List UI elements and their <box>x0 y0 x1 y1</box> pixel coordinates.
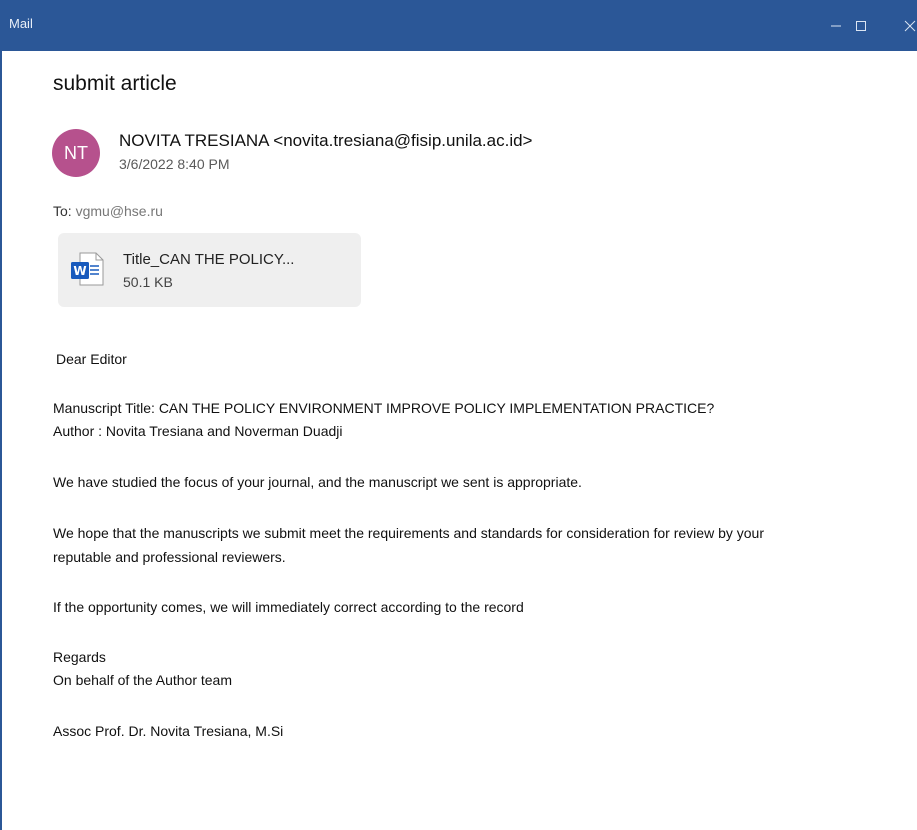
mail-window: Mail submit article NT NOVITA TRESIANA <… <box>0 0 917 830</box>
app-title: Mail <box>9 16 33 31</box>
body-manuscript-title: Manuscript Title: CAN THE POLICY ENVIRON… <box>53 400 715 416</box>
message-date: 3/6/2022 8:40 PM <box>119 156 230 172</box>
message-subject: submit article <box>53 72 177 95</box>
body-behalf: On behalf of the Author team <box>53 672 233 688</box>
body-paragraph-3: If the opportunity comes, we will immedi… <box>53 599 524 615</box>
avatar: NT <box>52 129 100 177</box>
minimize-icon <box>831 25 841 27</box>
body-greeting: Dear Editor <box>56 351 127 367</box>
maximize-icon <box>856 21 866 31</box>
body-paragraph-2-line-1: We hope that the manuscripts we submit m… <box>53 525 764 541</box>
svg-text:W: W <box>73 264 86 278</box>
window-border <box>0 51 2 830</box>
avatar-initials: NT <box>64 142 88 163</box>
body-paragraph-2-line-2: reputable and professional reviewers. <box>53 549 286 565</box>
attachment-name: Title_CAN THE POLICY... <box>123 251 295 268</box>
title-bar[interactable]: Mail <box>0 0 917 51</box>
recipients-row: To: vgmu@hse.ru <box>53 203 163 219</box>
body-signature: Assoc Prof. Dr. Novita Tresiana, M.Si <box>53 723 284 739</box>
body-regards: Regards <box>53 649 106 665</box>
attachment-size: 50.1 KB <box>123 274 173 290</box>
body-author: Author : Novita Tresiana and Noverman Du… <box>53 423 343 439</box>
word-document-icon: W <box>71 252 104 286</box>
sender-name[interactable]: NOVITA TRESIANA <novita.tresiana@fisip.u… <box>119 131 533 151</box>
close-icon <box>904 20 916 32</box>
body-paragraph-1: We have studied the focus of your journa… <box>53 474 582 490</box>
maximize-button[interactable] <box>843 8 879 44</box>
to-label: To: <box>53 203 72 219</box>
attachment-card[interactable]: W Title_CAN THE POLICY... 50.1 KB <box>58 233 361 307</box>
recipient-address[interactable]: vgmu@hse.ru <box>76 203 163 219</box>
close-button[interactable] <box>892 8 917 44</box>
